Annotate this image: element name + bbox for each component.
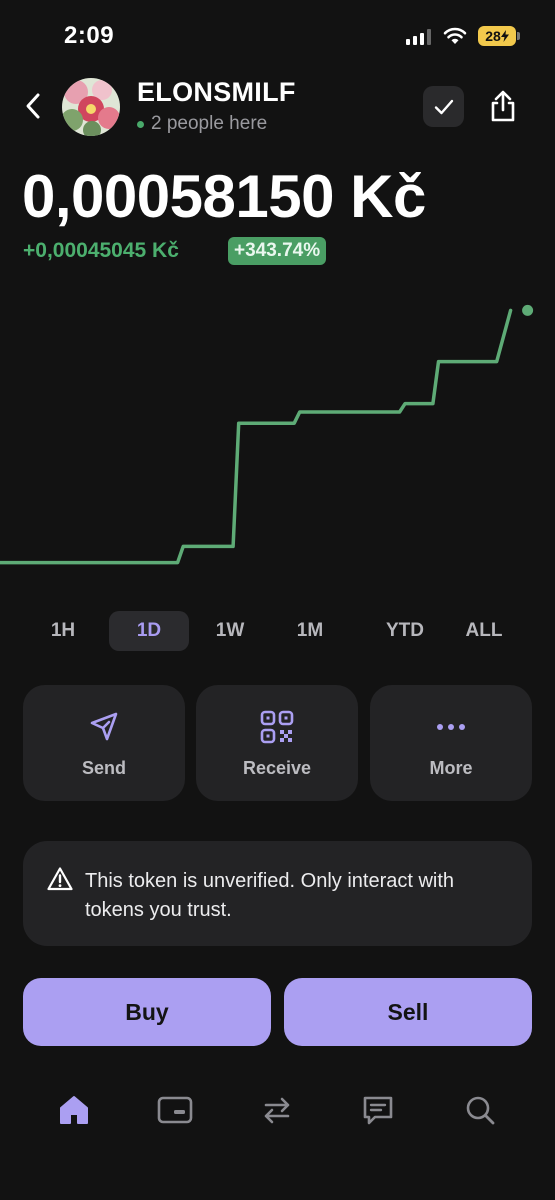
unverified-warning: This token is unverified. Only interact … (23, 841, 532, 946)
send-icon (90, 712, 118, 741)
receive-label: Receive (242, 758, 312, 778)
price-line (0, 308, 513, 565)
receive-button[interactable]: Receive (196, 685, 358, 801)
checkmark-icon (434, 99, 453, 114)
sell-button[interactable]: Sell (284, 978, 532, 1046)
more-dots-icon (437, 724, 465, 730)
search-icon (466, 1096, 495, 1125)
battery-indicator: 28 (478, 26, 516, 46)
status-time: 2:09 (64, 22, 115, 49)
share-button[interactable] (484, 86, 522, 126)
tab-1w[interactable]: 1W (195, 611, 265, 651)
presence-indicator: 2 people here (137, 113, 267, 135)
battery-tip (517, 32, 520, 40)
tab-1m[interactable]: 1M (278, 611, 342, 651)
nav-chat[interactable] (357, 1089, 399, 1131)
token-name: ELONSMILF (137, 77, 296, 107)
current-price-dot (522, 304, 534, 316)
nav-wallet[interactable] (154, 1089, 196, 1131)
warning-text: This token is unverified. Only interact … (85, 870, 455, 921)
more-button[interactable]: More (370, 685, 532, 801)
send-button[interactable]: Send (23, 685, 185, 801)
nav-search[interactable] (459, 1089, 501, 1131)
charging-bolt-icon (500, 30, 509, 42)
tab-ytd[interactable]: YTD (366, 611, 444, 651)
online-dot (137, 120, 144, 128)
wifi-icon (443, 27, 467, 44)
home-icon (60, 1096, 88, 1124)
price-chart[interactable] (0, 280, 555, 590)
tab-1h[interactable]: 1H (37, 611, 89, 651)
share-icon (491, 90, 515, 122)
nav-swap[interactable] (256, 1089, 298, 1131)
cellular-signal-icon (406, 29, 432, 45)
chat-icon (363, 1096, 393, 1125)
verify-button[interactable] (423, 86, 464, 127)
battery-level: 28 (485, 28, 501, 44)
more-label: More (429, 758, 473, 778)
presence-text: 2 people here (151, 113, 268, 134)
token-avatar (62, 78, 120, 136)
send-label: Send (81, 758, 126, 778)
tab-all[interactable]: ALL (452, 611, 516, 651)
timeframe-tabs: 1H 1D 1W 1M YTD ALL (20, 611, 535, 651)
price-change: +0,00045045 Kč (23, 239, 179, 262)
change-percent-badge: +343.74% (228, 237, 327, 265)
nav-home[interactable] (53, 1089, 95, 1131)
buy-button[interactable]: Buy (23, 978, 271, 1046)
warning-triangle-icon (47, 867, 73, 891)
qr-code-icon (260, 710, 294, 744)
swap-icon (264, 1097, 290, 1124)
tab-1d[interactable]: 1D (109, 611, 189, 651)
token-price: 0,00058150 Kč (22, 163, 426, 230)
wallet-icon (157, 1096, 193, 1124)
back-chevron-icon[interactable] (22, 90, 46, 122)
